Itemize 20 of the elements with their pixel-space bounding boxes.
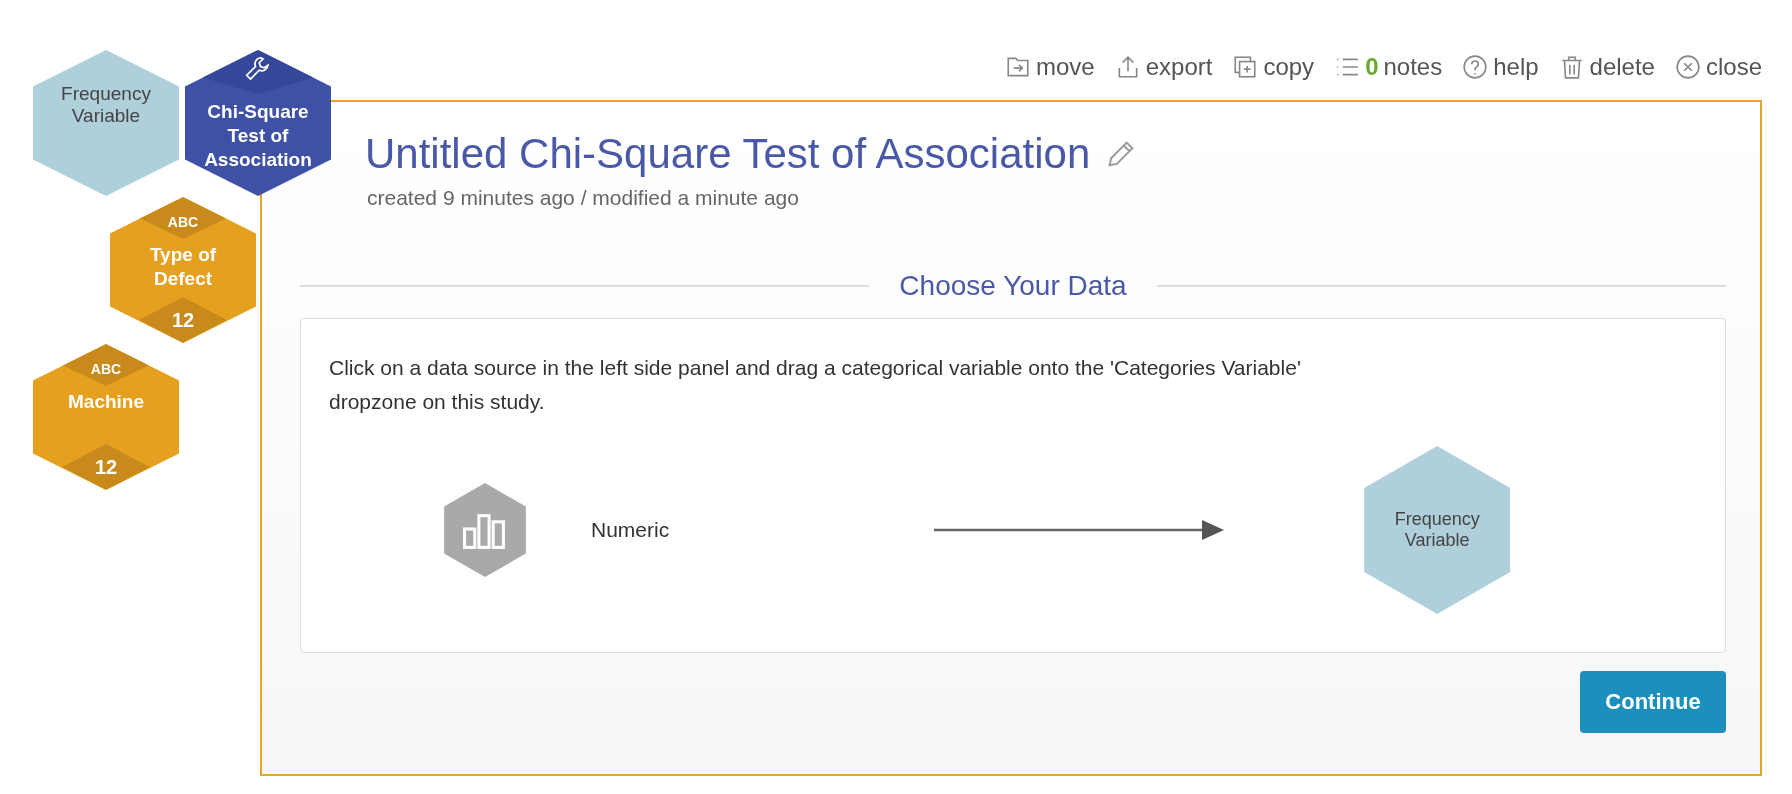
section-heading: Choose Your Data xyxy=(899,270,1127,302)
dropzone[interactable]: Frequency Variable xyxy=(1364,446,1511,614)
bar-chart-hex-icon xyxy=(444,483,526,577)
move-button[interactable]: move xyxy=(1005,50,1095,84)
continue-button[interactable]: Continue xyxy=(1580,671,1726,733)
instruction-text: Click on a data source in the left side panel and drag a categorical variable onto the 'Categories Variable' dropzone on this study. xyxy=(329,355,1302,415)
copy-icon xyxy=(1232,54,1259,80)
copy-button[interactable]: copy xyxy=(1232,50,1315,84)
close-button[interactable]: close xyxy=(1674,50,1762,84)
notes-button[interactable]: 0 notes xyxy=(1334,50,1443,84)
close-icon xyxy=(1674,54,1701,80)
help-icon xyxy=(1462,54,1489,80)
slot-node[interactable]: Frequency Variable xyxy=(33,50,179,196)
source-label: Numeric xyxy=(591,518,670,542)
tool-node[interactable]: Chi-Square Test of Association xyxy=(185,50,331,196)
help-button[interactable]: help xyxy=(1462,50,1539,84)
study-meta: created 9 minutes ago / modified a minute ago xyxy=(366,186,800,210)
export-button[interactable]: export xyxy=(1114,50,1213,84)
delete-button[interactable]: delete xyxy=(1558,50,1655,84)
study-title: Untitled Chi-Square Test of Association xyxy=(365,130,1091,178)
